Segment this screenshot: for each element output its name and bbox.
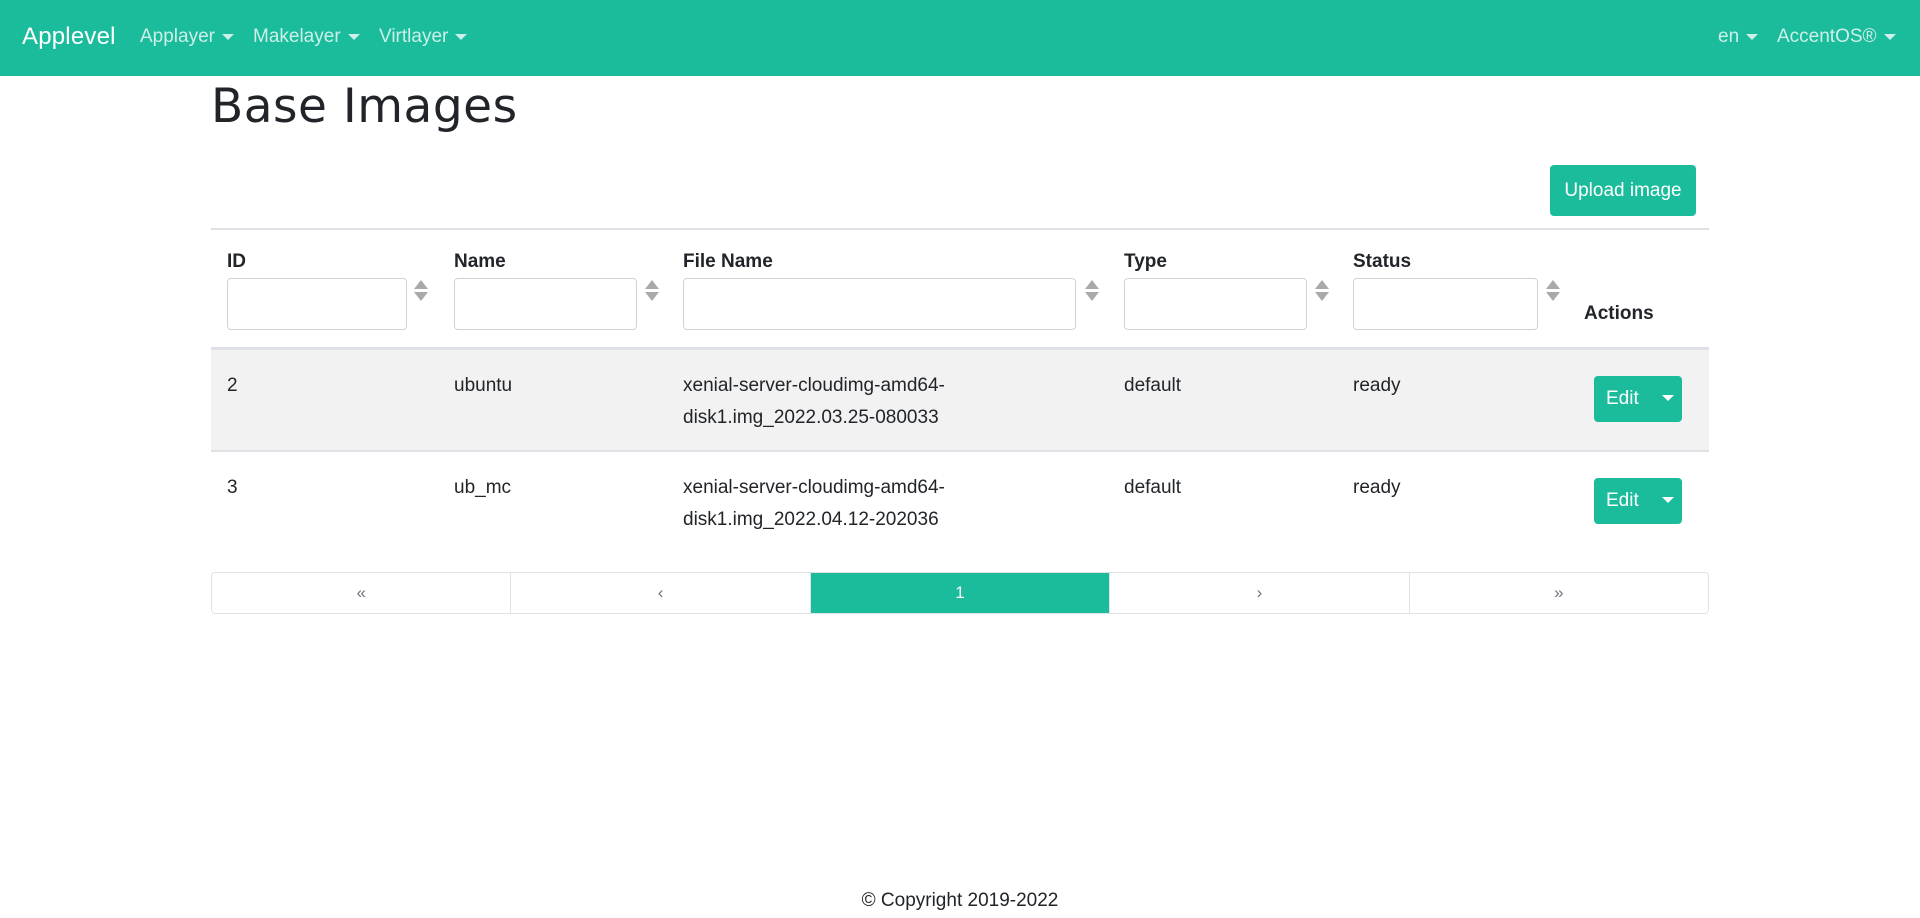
- sort-file-name-icon[interactable]: [1085, 280, 1099, 302]
- sort-type-icon[interactable]: [1315, 280, 1329, 302]
- chevron-down-icon: [1883, 34, 1896, 40]
- sort-id-icon[interactable]: [414, 280, 428, 302]
- cell-name: ub_mc: [454, 477, 512, 498]
- pagination-last[interactable]: »: [1409, 573, 1708, 613]
- filter-name-input[interactable]: [454, 278, 637, 330]
- page-title: Base Images: [211, 79, 518, 134]
- column-header-status: Status: [1353, 251, 1412, 272]
- filter-status-input[interactable]: [1353, 278, 1538, 330]
- upload-image-button[interactable]: Upload image: [1550, 165, 1696, 216]
- chevron-down-icon: [455, 34, 468, 40]
- pagination: « ‹ 1 › »: [211, 572, 1709, 614]
- sort-status-icon[interactable]: [1546, 280, 1560, 302]
- chevron-down-icon: [1746, 34, 1759, 40]
- nav-label-virtlayer: Virtlayer: [379, 26, 449, 47]
- cell-file-name: xenial-server-cloudimg-amd64- disk1.img_…: [683, 370, 983, 434]
- file-name-line: xenial-server-cloudimg-amd64-: [683, 477, 945, 498]
- language-dropdown[interactable]: en: [1718, 24, 1759, 50]
- chevron-down-icon: [347, 34, 360, 40]
- edit-button[interactable]: Edit: [1594, 376, 1656, 422]
- table-row: 3 ub_mc xenial-server-cloudimg-amd64- di…: [211, 452, 1709, 553]
- file-name-line: disk1.img_2022.04.12-202036: [683, 509, 939, 530]
- sort-name-icon[interactable]: [645, 280, 659, 302]
- cell-type: default: [1124, 477, 1182, 498]
- actions-dropdown-toggle[interactable]: [1656, 478, 1682, 524]
- column-header-file-name: File Name: [683, 251, 773, 272]
- chevron-down-icon: [222, 34, 234, 40]
- file-name-line: xenial-server-cloudimg-amd64-: [683, 375, 945, 396]
- column-header-id: ID: [227, 251, 246, 272]
- column-header-actions: Actions: [1584, 303, 1654, 324]
- filter-type-input[interactable]: [1124, 278, 1307, 330]
- row-actions-group: Edit: [1594, 376, 1682, 422]
- nav-label-makelayer: Makelayer: [253, 26, 341, 47]
- cell-file-name: xenial-server-cloudimg-amd64- disk1.img_…: [683, 472, 983, 536]
- cell-status: ready: [1353, 477, 1401, 498]
- nav-dropdown-applayer[interactable]: Applayer: [140, 24, 234, 50]
- footer-copyright: © Copyright 2019-2022: [861, 890, 1059, 911]
- pagination-next[interactable]: ›: [1110, 573, 1410, 613]
- account-label: AccentOS®: [1777, 26, 1877, 47]
- cell-type: default: [1124, 375, 1182, 396]
- nav-dropdown-makelayer[interactable]: Makelayer: [253, 24, 360, 50]
- nav-dropdown-virtlayer[interactable]: Virtlayer: [379, 24, 468, 50]
- cell-status: ready: [1353, 375, 1401, 396]
- nav-label-applayer: Applayer: [140, 26, 215, 47]
- cell-id: 3: [227, 477, 238, 498]
- pagination-prev[interactable]: ‹: [511, 573, 811, 613]
- column-header-type: Type: [1124, 251, 1167, 272]
- pagination-current-page[interactable]: 1: [810, 573, 1111, 613]
- account-dropdown[interactable]: AccentOS®: [1777, 24, 1896, 50]
- chevron-down-icon: [1662, 497, 1674, 503]
- row-actions-group: Edit: [1594, 478, 1682, 524]
- file-name-line: disk1.img_2022.03.25-080033: [683, 407, 939, 428]
- brand-logo[interactable]: Applevel: [22, 22, 116, 52]
- cell-name: ubuntu: [454, 375, 513, 396]
- chevron-down-icon: [1662, 395, 1674, 401]
- cell-id: 2: [227, 375, 238, 396]
- edit-button[interactable]: Edit: [1594, 478, 1656, 524]
- pagination-first[interactable]: «: [212, 573, 512, 613]
- top-navbar: Applevel Applayer Makelayer Virtlayer en…: [0, 0, 1920, 76]
- filter-id-input[interactable]: [227, 278, 407, 330]
- table-row: 2 ubuntu xenial-server-cloudimg-amd64- d…: [211, 350, 1709, 451]
- language-label: en: [1718, 26, 1740, 47]
- table-top-divider: [211, 228, 1709, 230]
- actions-dropdown-toggle[interactable]: [1656, 376, 1682, 422]
- column-header-name: Name: [454, 251, 506, 272]
- filter-file-name-input[interactable]: [683, 278, 1076, 330]
